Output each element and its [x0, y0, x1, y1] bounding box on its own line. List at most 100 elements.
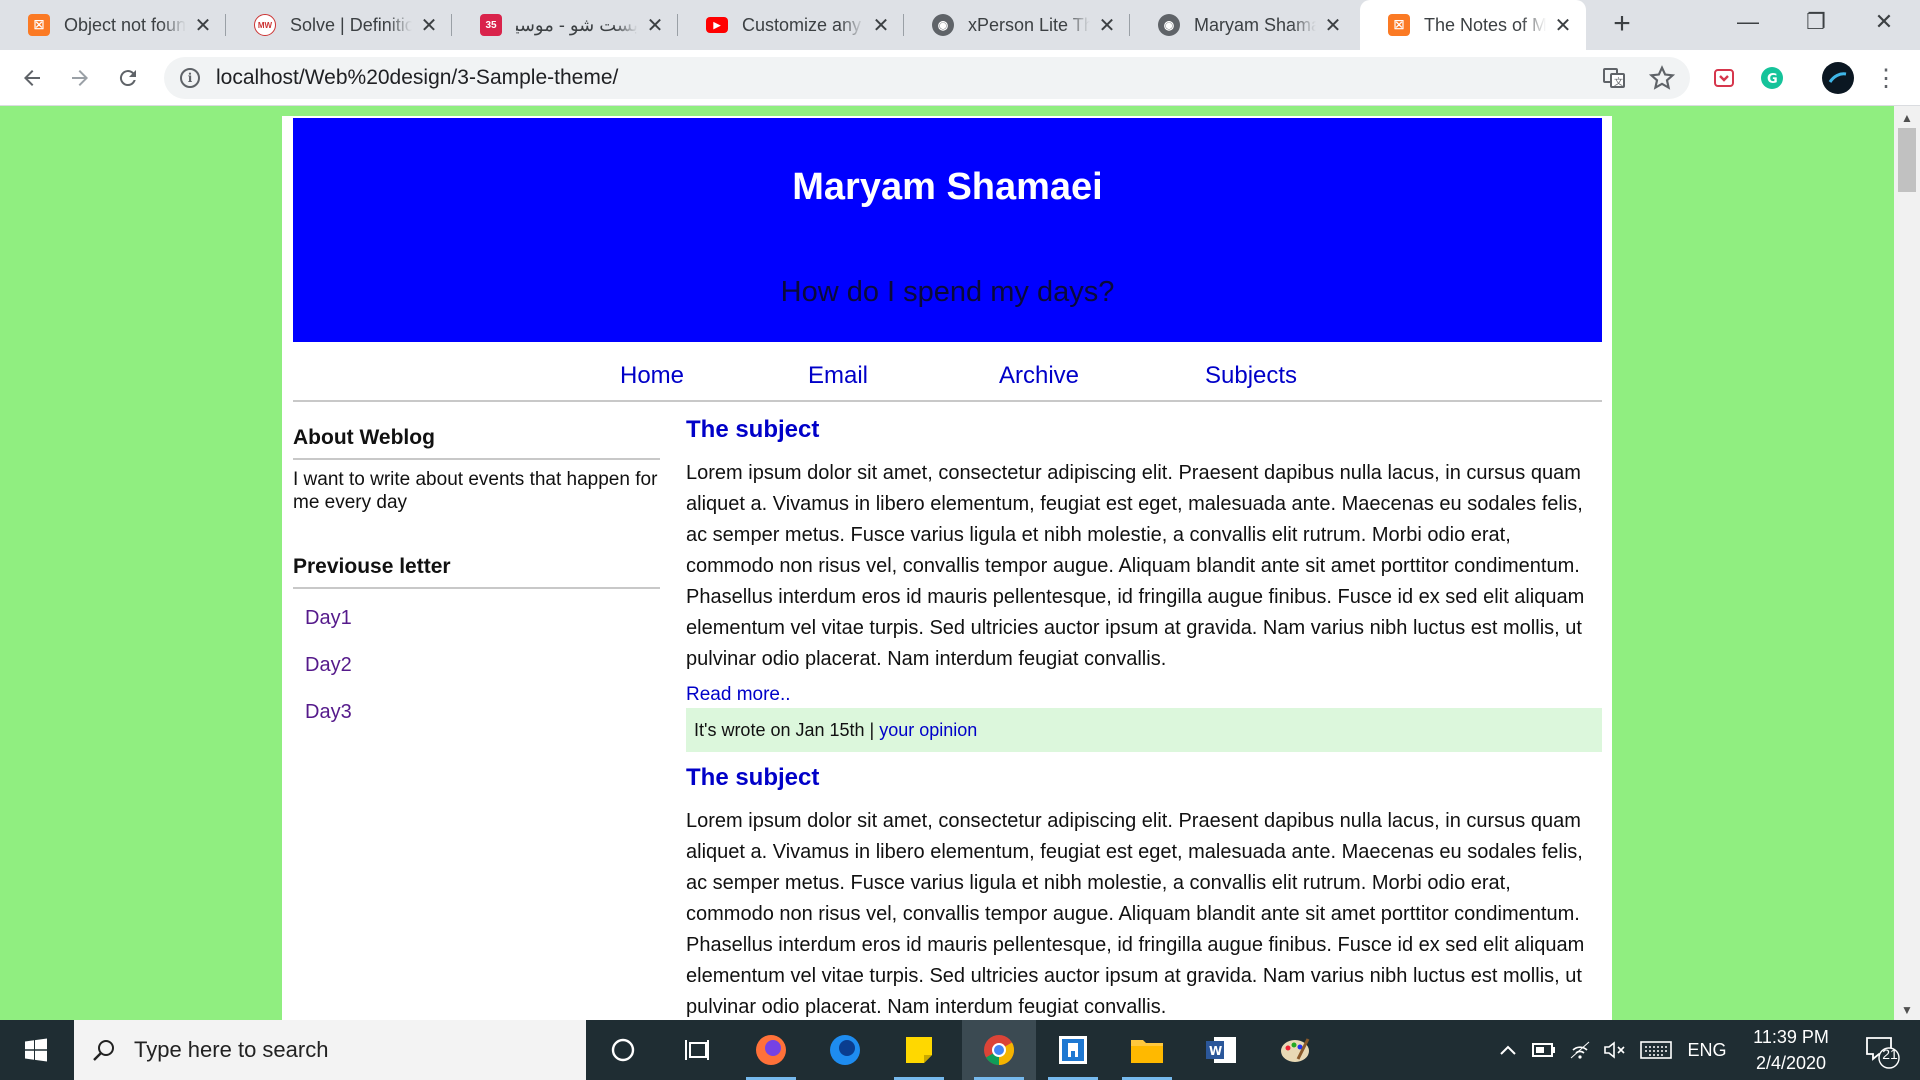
translate-button[interactable]: 文 [1596, 60, 1632, 96]
close-icon[interactable]: ✕ [1322, 13, 1344, 38]
tab-title: Maryam Shamaei [1194, 14, 1316, 35]
touch-keyboard-button[interactable] [1636, 1020, 1676, 1080]
scroll-thumb[interactable] [1898, 128, 1916, 192]
pocket-extension[interactable] [1706, 60, 1742, 96]
chrome-icon [984, 1035, 1015, 1065]
read-more-link[interactable]: Read more.. [686, 684, 1602, 706]
globe-icon: ◉ [1158, 14, 1180, 36]
nav-email[interactable]: Email [808, 362, 868, 390]
show-hidden-icons-button[interactable] [1494, 1020, 1522, 1080]
firefox-icon [756, 1035, 786, 1065]
reload-button[interactable] [110, 60, 146, 96]
forward-button[interactable] [62, 60, 98, 96]
battery-icon [1532, 1043, 1555, 1057]
nav-subjects[interactable]: Subjects [1205, 362, 1297, 390]
url-text: localhost/Web%20design/3-Sample-theme/ [216, 66, 619, 89]
browser-menu-button[interactable]: ⋮ [1868, 60, 1904, 96]
address-bar[interactable]: i localhost/Web%20design/3-Sample-theme/ [164, 57, 1690, 99]
previous-link-day2[interactable]: Day2 [293, 654, 660, 677]
new-tab-button[interactable]: + [1605, 8, 1639, 42]
page-scrollbar[interactable]: ▲ ▼ [1894, 106, 1920, 1020]
post-meta: It's wrote on Jan 15th | your opinion [686, 708, 1602, 752]
taskbar-file-explorer[interactable] [1110, 1020, 1184, 1080]
svg-text:G: G [1767, 72, 1778, 87]
start-button[interactable] [0, 1020, 72, 1080]
taskbar-search-box[interactable]: Type here to search [74, 1020, 586, 1080]
close-icon[interactable]: ✕ [1552, 13, 1574, 38]
system-clock[interactable]: 11:39 PM 2/4/2020 [1736, 1024, 1846, 1076]
taskbar-chrome[interactable] [962, 1020, 1036, 1080]
task-view-button[interactable] [660, 1020, 734, 1080]
folder-icon [1131, 1040, 1163, 1063]
opinion-link[interactable]: your opinion [879, 720, 977, 740]
main-nav: Home Email Archive Subjects [293, 342, 1602, 402]
close-icon[interactable]: ✕ [192, 13, 214, 38]
battery-indicator[interactable] [1530, 1020, 1558, 1080]
site-header: Maryam Shamaei How do I spend my days? [293, 118, 1602, 342]
previous-link-day3[interactable]: Day3 [293, 701, 660, 724]
taskbar-firefox-developer[interactable] [808, 1020, 882, 1080]
nav-home[interactable]: Home [620, 362, 684, 390]
close-window-button[interactable]: ✕ [1850, 0, 1918, 44]
tab-title: Solve | Definition [290, 14, 412, 35]
browser-tab[interactable]: ☒ Object not found! ✕ [0, 0, 226, 50]
tab-title: xPerson Lite Theme [968, 14, 1090, 35]
post-title[interactable]: The subject [686, 416, 1602, 444]
volume-indicator[interactable] [1600, 1020, 1630, 1080]
restore-button[interactable]: ❐ [1782, 0, 1850, 44]
close-icon[interactable]: ✕ [418, 13, 440, 38]
xampp-icon: ☒ [28, 14, 50, 36]
avatar-icon [1822, 62, 1854, 94]
svg-text:文: 文 [1614, 76, 1623, 88]
nav-archive[interactable]: Archive [999, 362, 1079, 390]
clock-date: 2/4/2020 [1755, 1053, 1827, 1073]
cortana-button[interactable] [586, 1020, 660, 1080]
action-center-button[interactable]: 21 [1854, 1020, 1908, 1080]
taskbar-paint[interactable] [1258, 1020, 1332, 1080]
previous-link-day1[interactable]: Day1 [293, 607, 660, 630]
search-placeholder: Type here to search [134, 1037, 329, 1062]
close-icon[interactable]: ✕ [1096, 13, 1118, 38]
grammarly-extension[interactable]: G [1754, 60, 1790, 96]
post-body: Lorem ipsum dolor sit amet, consectetur … [686, 810, 1585, 1018]
network-indicator[interactable] [1566, 1020, 1594, 1080]
info-icon[interactable]: i [180, 68, 200, 88]
word-icon: W [1206, 1037, 1236, 1063]
youtube-icon: ▶ [706, 17, 728, 33]
grammarly-icon: G [1761, 67, 1783, 89]
editor-icon [1059, 1036, 1087, 1064]
close-icon[interactable]: ✕ [644, 13, 666, 38]
minimize-button[interactable]: — [1714, 0, 1782, 44]
tab-title: The Notes of Maryam [1424, 14, 1546, 35]
notification-count: 21 [1882, 1046, 1898, 1062]
browser-tab[interactable]: ◉ xPerson Lite Theme ✕ [904, 0, 1130, 50]
bookmark-star-button[interactable] [1644, 60, 1680, 96]
browser-tab[interactable]: ▶ Customize any WordPress ✕ [678, 0, 904, 50]
taskbar-vscode[interactable] [1036, 1020, 1110, 1080]
windows-taskbar: Type here to search W ENG 11:39 PM 2/4/2… [0, 1020, 1920, 1080]
post-date: It's wrote on Jan 15th | [694, 720, 875, 740]
firefox-developer-icon [830, 1035, 860, 1065]
scroll-up-icon[interactable]: ▲ [1894, 108, 1920, 128]
browser-tab-active[interactable]: ☒ The Notes of Maryam ✕ [1360, 0, 1586, 50]
windows-logo-icon [25, 1038, 47, 1062]
taskbar-sticky-notes[interactable] [882, 1020, 956, 1080]
about-heading: About Weblog [293, 426, 660, 460]
browser-tab[interactable]: 35 بست شو - موسیقی ✕ [452, 0, 678, 50]
search-icon [93, 1040, 114, 1061]
close-icon[interactable]: ✕ [870, 13, 892, 38]
post-title[interactable]: The subject [686, 764, 1602, 792]
site-title: Maryam Shamaei [792, 166, 1103, 208]
browser-tab[interactable]: ◉ Maryam Shamaei ✕ [1130, 0, 1356, 50]
taskbar-word[interactable]: W [1184, 1020, 1258, 1080]
profile-avatar[interactable] [1820, 60, 1856, 96]
tab-title: Object not found! [64, 14, 186, 35]
input-language[interactable]: ENG [1682, 1020, 1732, 1080]
browser-tab[interactable]: MW Solve | Definition ✕ [226, 0, 452, 50]
keyboard-icon [1640, 1041, 1672, 1059]
merriam-webster-icon: MW [254, 14, 276, 36]
scroll-down-icon[interactable]: ▼ [1894, 1000, 1920, 1020]
taskbar-firefox[interactable] [734, 1020, 808, 1080]
back-button[interactable] [14, 60, 50, 96]
chevron-up-icon [1500, 1045, 1516, 1055]
